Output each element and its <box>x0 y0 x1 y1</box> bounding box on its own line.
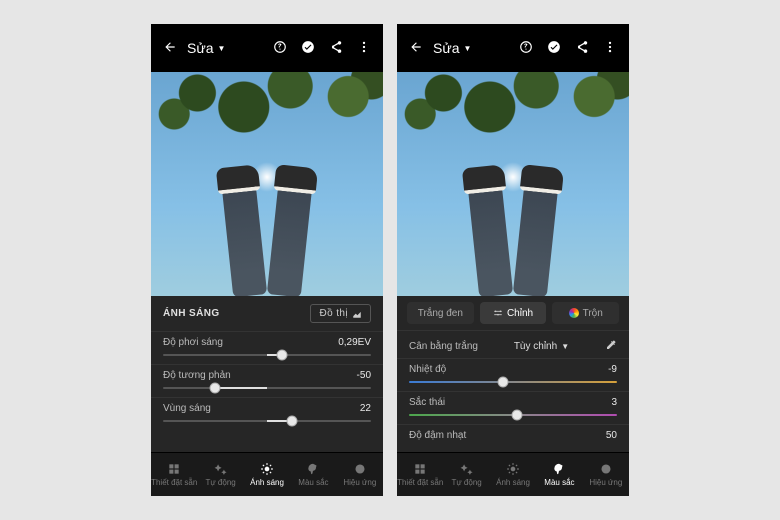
tab-effects-label: Hiệu ứng <box>589 478 622 487</box>
photo-preview[interactable] <box>151 72 383 296</box>
vibrance-value: 50 <box>606 430 617 441</box>
more-icon[interactable] <box>603 40 617 57</box>
tint-slider[interactable]: Sắc thái 3 <box>397 391 629 424</box>
eyedropper-icon[interactable] <box>605 339 617 354</box>
tab-presets[interactable]: Thiết đặt sẵn <box>397 462 443 487</box>
bottom-tabs: Thiết đặt sẵn Tự động Ánh sáng Màu sắc H… <box>397 452 629 496</box>
contrast-label: Độ tương phản <box>163 370 231 381</box>
bw-tab[interactable]: Trắng đen <box>407 302 474 324</box>
exposure-label: Độ phơi sáng <box>163 337 223 348</box>
header-title-text: Sửa <box>433 40 460 56</box>
tab-effects[interactable]: Hiệu ứng <box>337 462 383 487</box>
tab-color[interactable]: Màu sắc <box>536 462 582 487</box>
share-icon[interactable] <box>575 40 589 57</box>
graph-button-label: Đồ thị <box>319 308 348 319</box>
tab-auto[interactable]: Tự động <box>197 462 243 487</box>
accept-icon[interactable] <box>547 40 561 57</box>
mix-tab[interactable]: Trộn <box>552 302 619 324</box>
temperature-slider[interactable]: Nhiệt độ -9 <box>397 358 629 391</box>
tab-auto-label: Tự động <box>451 478 481 487</box>
adjust-tab-label: Chỉnh <box>507 308 533 319</box>
header-title-text: Sửa <box>187 40 214 56</box>
exposure-value: 0,29EV <box>338 337 371 348</box>
temp-label: Nhiệt độ <box>409 364 446 375</box>
contrast-value: -50 <box>357 370 371 381</box>
tab-effects-label: Hiệu ứng <box>343 478 376 487</box>
adjust-tab[interactable]: Chỉnh <box>480 302 547 324</box>
help-icon[interactable] <box>273 40 287 57</box>
accept-icon[interactable] <box>301 40 315 57</box>
wb-mode-dropdown[interactable]: Tùy chỉnh ▼ <box>514 341 569 352</box>
vibrance-slider[interactable]: Độ đậm nhạt 50 <box>397 424 629 447</box>
vibrance-label: Độ đậm nhạt <box>409 430 466 441</box>
share-icon[interactable] <box>329 40 343 57</box>
tab-presets-label: Thiết đặt sẵn <box>397 478 443 487</box>
photo-preview[interactable] <box>397 72 629 296</box>
contrast-slider[interactable]: Độ tương phản -50 <box>151 364 383 397</box>
wb-mode-value: Tùy chỉnh <box>514 341 557 352</box>
phone-right: Sửa ▼ Trắng đen Chỉnh Trộn <box>397 24 629 496</box>
mix-tab-label: Trộn <box>583 308 603 319</box>
tab-effects[interactable]: Hiệu ứng <box>583 462 629 487</box>
tab-light-label: Ánh sáng <box>496 478 530 487</box>
tab-presets[interactable]: Thiết đặt sẵn <box>151 462 197 487</box>
back-icon[interactable] <box>409 40 423 57</box>
tab-auto-label: Tự động <box>205 478 235 487</box>
temp-value: -9 <box>608 364 617 375</box>
help-icon[interactable] <box>519 40 533 57</box>
tab-color-label: Màu sắc <box>544 478 574 487</box>
color-ring-icon <box>569 308 579 318</box>
header-title[interactable]: Sửa ▼ <box>187 40 225 56</box>
highlights-label: Vùng sáng <box>163 403 211 414</box>
tab-presets-label: Thiết đặt sẵn <box>151 478 197 487</box>
graph-button[interactable]: Đồ thị <box>310 304 371 323</box>
tab-auto[interactable]: Tự động <box>443 462 489 487</box>
tab-light[interactable]: Ánh sáng <box>490 462 536 487</box>
more-icon[interactable] <box>357 40 371 57</box>
white-balance-row: Cân bằng trắng Tùy chỉnh ▼ <box>397 330 629 358</box>
tab-color-label: Màu sắc <box>298 478 328 487</box>
tint-label: Sắc thái <box>409 397 445 408</box>
top-bar: Sửa ▼ <box>397 24 629 72</box>
bottom-tabs: Thiết đặt sẵn Tự động Ánh sáng Màu sắc H… <box>151 452 383 496</box>
section-title: ÁNH SÁNG <box>163 308 220 319</box>
exposure-slider[interactable]: Độ phơi sáng 0,29EV <box>151 331 383 364</box>
tint-value: 3 <box>611 397 617 408</box>
tab-light-label: Ánh sáng <box>250 478 284 487</box>
highlights-value: 22 <box>360 403 371 414</box>
caret-down-icon: ▼ <box>218 44 226 53</box>
phone-left: Sửa ▼ ÁNH SÁNG Đồ thị Độ p <box>151 24 383 496</box>
bw-tab-label: Trắng đen <box>418 308 463 319</box>
tab-color[interactable]: Màu sắc <box>290 462 336 487</box>
header-title[interactable]: Sửa ▼ <box>433 40 471 56</box>
highlights-slider[interactable]: Vùng sáng 22 <box>151 397 383 430</box>
tab-light[interactable]: Ánh sáng <box>244 462 290 487</box>
wb-label: Cân bằng trắng <box>409 341 478 352</box>
back-icon[interactable] <box>163 40 177 57</box>
light-panel: ÁNH SÁNG Đồ thị Độ phơi sáng 0,29EV Độ t… <box>151 296 383 452</box>
color-panel: Trắng đen Chỉnh Trộn Cân bằng trắng Tùy … <box>397 296 629 452</box>
top-bar: Sửa ▼ <box>151 24 383 72</box>
chevron-down-icon: ▼ <box>561 342 569 351</box>
caret-down-icon: ▼ <box>464 44 472 53</box>
